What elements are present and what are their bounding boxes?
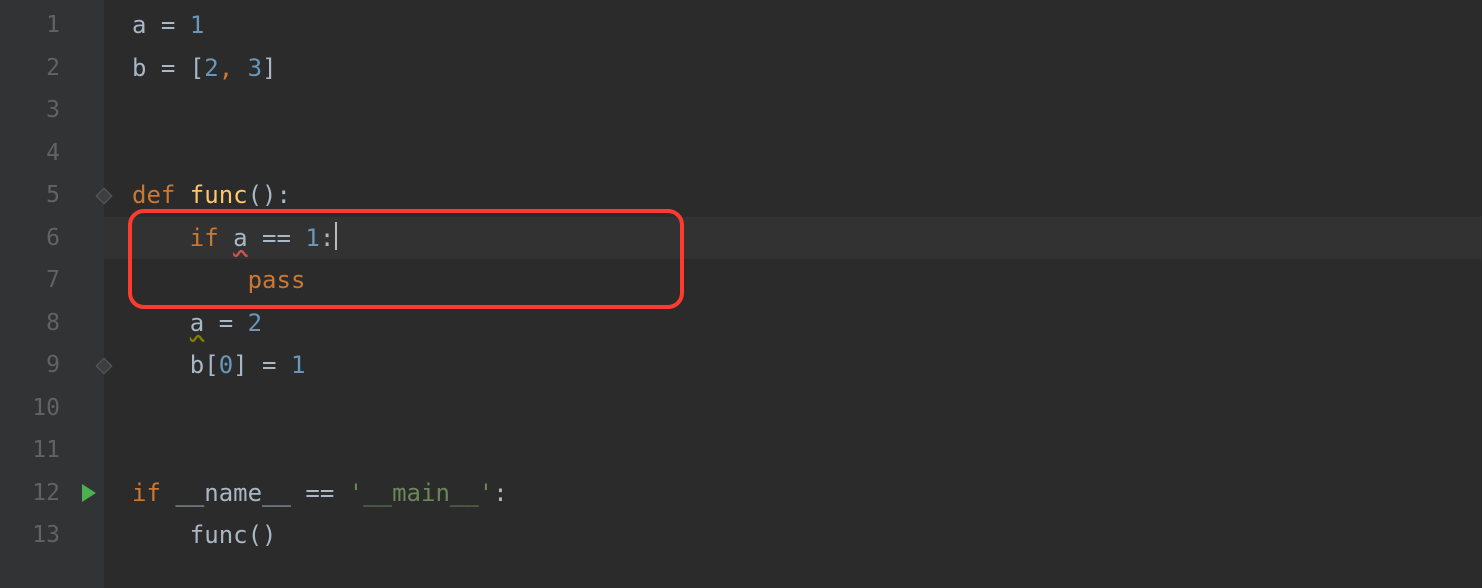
line-number[interactable]: 4 xyxy=(0,132,104,175)
line-number[interactable]: 6 xyxy=(0,217,104,260)
code-area[interactable]: a = 1 b = [2, 3] def func(): if a == 1: … xyxy=(104,0,1482,588)
code-line[interactable] xyxy=(104,132,1482,175)
code-line[interactable] xyxy=(104,89,1482,132)
keyword: if xyxy=(132,479,175,507)
line-number[interactable]: 5 xyxy=(0,174,104,217)
code-line[interactable]: b[0] = 1 xyxy=(104,344,1482,387)
code-line[interactable]: a = 2 xyxy=(104,302,1482,345)
identifier: a xyxy=(233,224,247,252)
keyword: pass xyxy=(248,266,306,294)
identifier: b xyxy=(132,54,146,82)
text-caret xyxy=(335,222,337,250)
code-line[interactable] xyxy=(104,429,1482,472)
number-literal: 1 xyxy=(190,11,204,39)
number-literal: 2 xyxy=(248,309,262,337)
number-literal: 1 xyxy=(305,224,319,252)
line-number[interactable]: 3 xyxy=(0,89,104,132)
code-line[interactable]: a = 1 xyxy=(104,4,1482,47)
code-line[interactable]: if __name__ == '__main__': xyxy=(104,472,1482,515)
code-editor[interactable]: 1 2 3 4 5 6 7 8 9 10 11 12 13 a = 1 b = … xyxy=(0,0,1482,588)
identifier: a xyxy=(190,309,204,337)
line-number[interactable]: 11 xyxy=(0,429,104,472)
string-literal: '__main__' xyxy=(349,479,494,507)
code-line[interactable]: b = [2, 3] xyxy=(104,47,1482,90)
keyword: def xyxy=(132,181,190,209)
number-literal: 1 xyxy=(291,351,305,379)
line-number[interactable]: 10 xyxy=(0,387,104,430)
function-name: func xyxy=(190,181,248,209)
line-number[interactable]: 1 xyxy=(0,4,104,47)
line-number[interactable]: 8 xyxy=(0,302,104,345)
code-line[interactable] xyxy=(104,387,1482,430)
identifier: b[ xyxy=(190,351,219,379)
line-number[interactable]: 2 xyxy=(0,47,104,90)
code-line[interactable]: def func(): xyxy=(104,174,1482,217)
function-call: func xyxy=(190,521,248,549)
keyword: if xyxy=(190,224,233,252)
identifier: a xyxy=(132,11,146,39)
number-literal: 0 xyxy=(219,351,233,379)
code-line[interactable]: pass xyxy=(104,259,1482,302)
code-line-current[interactable]: if a == 1: xyxy=(104,217,1482,260)
line-number[interactable]: 13 xyxy=(0,514,104,557)
number-literal: 2 xyxy=(204,54,218,82)
run-icon[interactable] xyxy=(82,484,96,502)
gutter[interactable]: 1 2 3 4 5 6 7 8 9 10 11 12 13 xyxy=(0,0,104,588)
identifier: __name__ xyxy=(175,479,291,507)
number-literal: 3 xyxy=(248,54,262,82)
line-number[interactable]: 9 xyxy=(0,344,104,387)
line-number[interactable]: 12 xyxy=(0,472,104,515)
line-number[interactable]: 7 xyxy=(0,259,104,302)
code-line[interactable]: func() xyxy=(104,514,1482,557)
